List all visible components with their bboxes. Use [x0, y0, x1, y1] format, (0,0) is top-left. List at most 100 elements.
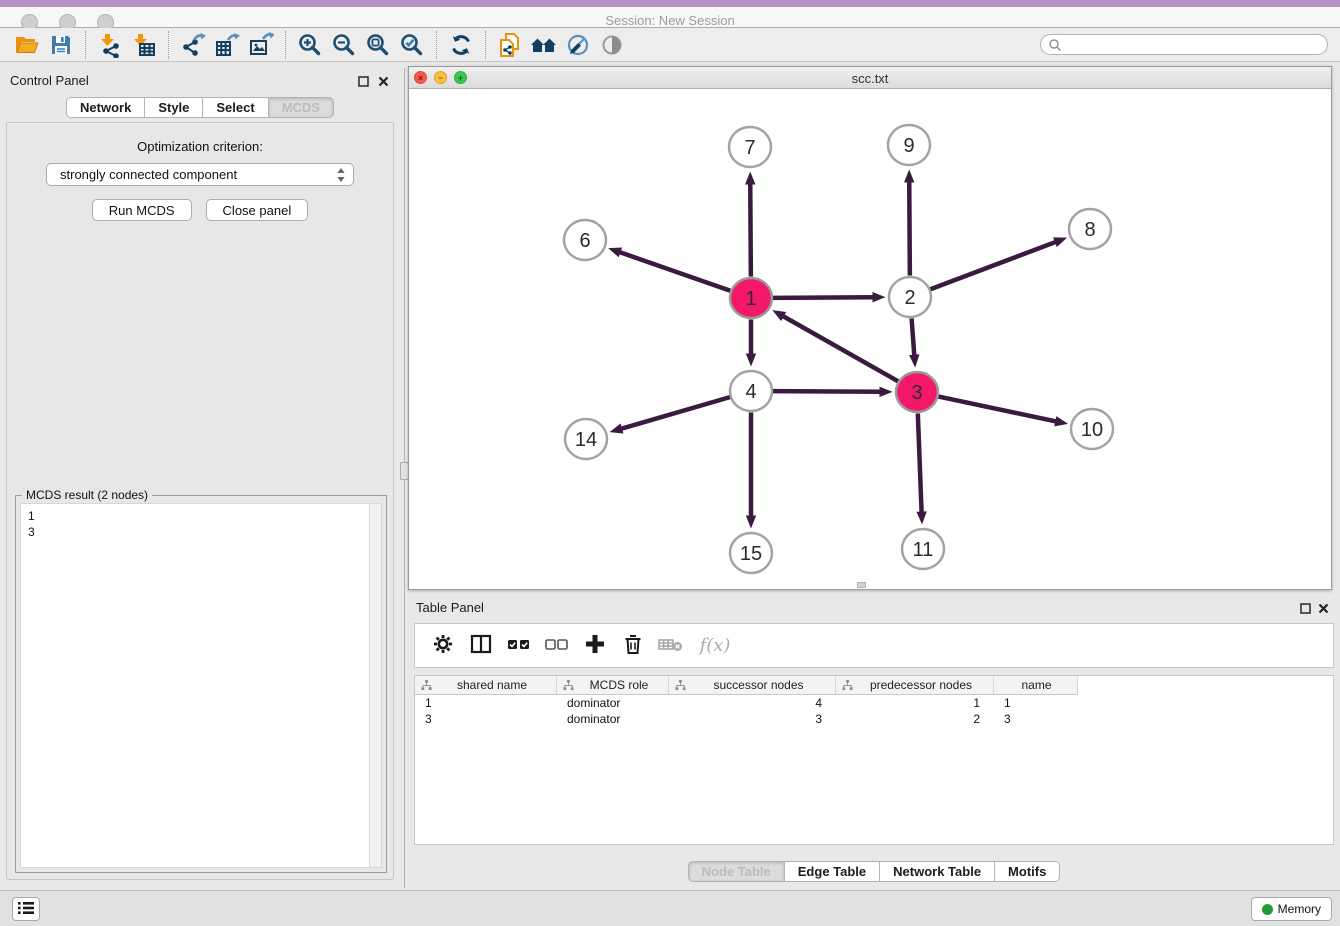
sort-hierarchy-icon: [675, 679, 686, 691]
memory-button[interactable]: Memory: [1251, 897, 1332, 921]
window-resize-grip[interactable]: [857, 582, 866, 588]
table-row[interactable]: 1dominator411: [415, 695, 1333, 711]
delete-table-button: [655, 629, 687, 663]
control-panel-float-icon[interactable]: [356, 74, 370, 88]
add-row-button[interactable]: [579, 629, 611, 663]
network-canvas[interactable]: 1234678910111415: [409, 89, 1331, 589]
optimization-criterion-label: Optimization criterion:: [7, 139, 393, 154]
criterion-dropdown[interactable]: strongly connected component: [46, 163, 354, 186]
network-window-titlebar[interactable]: × − + scc.txt: [409, 67, 1331, 89]
graph-node-11[interactable]: [902, 529, 944, 569]
graph-edge-2-8[interactable]: [930, 242, 1057, 290]
header-filler: [1078, 676, 1333, 695]
select-all-columns-button[interactable]: [503, 629, 535, 663]
save-session-button[interactable]: [44, 30, 78, 60]
open-session-button[interactable]: [10, 30, 44, 60]
export-network-button[interactable]: [176, 30, 210, 60]
graph-edge-3-11[interactable]: [918, 413, 922, 513]
graph-node-3[interactable]: [896, 372, 938, 412]
tab-mcds[interactable]: MCDS: [269, 97, 334, 118]
edge-arrowhead: [904, 169, 914, 182]
clear-style-button[interactable]: [561, 30, 595, 60]
graph-node-10[interactable]: [1071, 409, 1113, 449]
zoom-out-button[interactable]: [327, 30, 361, 60]
graph-node-8[interactable]: [1069, 209, 1111, 249]
import-table-icon: [131, 32, 157, 58]
graph-edge-4-3[interactable]: [772, 391, 881, 392]
graph-edge-3-10[interactable]: [938, 396, 1057, 421]
graph-edge-2-3[interactable]: [912, 318, 915, 356]
export-network-icon: [180, 32, 206, 58]
table-row[interactable]: 3dominator323: [415, 711, 1333, 727]
graph-edge-2-9[interactable]: [909, 180, 910, 275]
graph-edge-1-6[interactable]: [619, 252, 731, 291]
tab-motifs[interactable]: Motifs: [995, 861, 1060, 882]
tab-network[interactable]: Network: [66, 97, 145, 118]
tab-node-table[interactable]: Node Table: [688, 861, 785, 882]
export-table-button[interactable]: [210, 30, 244, 60]
graph-node-9[interactable]: [888, 125, 930, 165]
graph-edge-3-1[interactable]: [782, 315, 898, 381]
zoom-selected-button[interactable]: [395, 30, 429, 60]
graph-node-7[interactable]: [729, 127, 771, 167]
split-columns-icon: [470, 633, 492, 658]
sort-hierarchy-icon: [421, 679, 432, 691]
unselect-all-columns-button[interactable]: [541, 629, 573, 663]
column-header-shared-name[interactable]: shared name: [415, 676, 557, 695]
graph-node-15[interactable]: [730, 533, 772, 573]
export-image-button[interactable]: [244, 30, 278, 60]
graph-edge-4-14[interactable]: [620, 397, 730, 429]
toolbar-separator: [285, 31, 286, 59]
panel-mode-button[interactable]: [465, 629, 497, 663]
main-toolbar: [0, 28, 1340, 62]
graph-node-1[interactable]: [730, 278, 772, 318]
edge-arrowhead: [909, 354, 919, 367]
tab-select[interactable]: Select: [203, 97, 268, 118]
graph-node-14[interactable]: [565, 419, 607, 459]
refresh-layout-button[interactable]: [444, 30, 478, 60]
column-header-predecessor-nodes[interactable]: predecessor nodes: [836, 676, 994, 695]
column-settings-button[interactable]: [427, 629, 459, 663]
sort-hierarchy-icon: [563, 679, 574, 691]
desktop-strip: [0, 0, 1340, 7]
node-table[interactable]: shared nameMCDS rolesuccessor nodesprede…: [414, 675, 1334, 845]
graph-node-4[interactable]: [730, 371, 772, 411]
table-panel-close-icon[interactable]: [1316, 601, 1330, 615]
table-cell: dominator: [557, 695, 669, 711]
column-header-name[interactable]: name: [994, 676, 1078, 695]
graph-node-6[interactable]: [564, 220, 606, 260]
control-panel: Control Panel NetworkStyleSelectMCDS Opt…: [0, 68, 400, 886]
duplicate-network-button[interactable]: [493, 30, 527, 60]
table-panel-float-icon[interactable]: [1298, 601, 1312, 615]
table-cell: dominator: [557, 711, 669, 727]
run-mcds-button[interactable]: Run MCDS: [92, 199, 192, 221]
import-table-button[interactable]: [127, 30, 161, 60]
graph-node-2[interactable]: [889, 277, 931, 317]
tab-edge-table[interactable]: Edge Table: [785, 861, 880, 882]
close-panel-button[interactable]: Close panel: [206, 199, 309, 221]
chevron-up-down-icon: [336, 167, 346, 189]
graph-edge-1-7[interactable]: [750, 182, 751, 276]
search-input[interactable]: [1040, 34, 1328, 55]
control-panel-close-icon[interactable]: [376, 74, 390, 88]
eye-icon: [599, 32, 625, 58]
edge-arrowhead: [610, 424, 624, 434]
home-networks-button[interactable]: [527, 30, 561, 60]
toolbar-separator: [485, 31, 486, 59]
graph-edge-1-2[interactable]: [772, 297, 874, 298]
sort-hierarchy-icon: [842, 679, 853, 691]
tab-network-table[interactable]: Network Table: [880, 861, 995, 882]
tab-style[interactable]: Style: [145, 97, 203, 118]
import-network-button[interactable]: [93, 30, 127, 60]
column-header-successor-nodes[interactable]: successor nodes: [669, 676, 836, 695]
zoom-fit-button[interactable]: [361, 30, 395, 60]
memory-status-icon: [1262, 904, 1273, 915]
result-scrollbar[interactable]: [369, 504, 381, 867]
task-history-button[interactable]: [12, 897, 40, 921]
zoom-selected-icon: [399, 32, 425, 58]
gear-icon: [432, 633, 454, 658]
column-header-MCDS-role[interactable]: MCDS role: [557, 676, 669, 695]
table-cell: 2: [836, 711, 994, 727]
delete-row-button[interactable]: [617, 629, 649, 663]
zoom-in-button[interactable]: [293, 30, 327, 60]
